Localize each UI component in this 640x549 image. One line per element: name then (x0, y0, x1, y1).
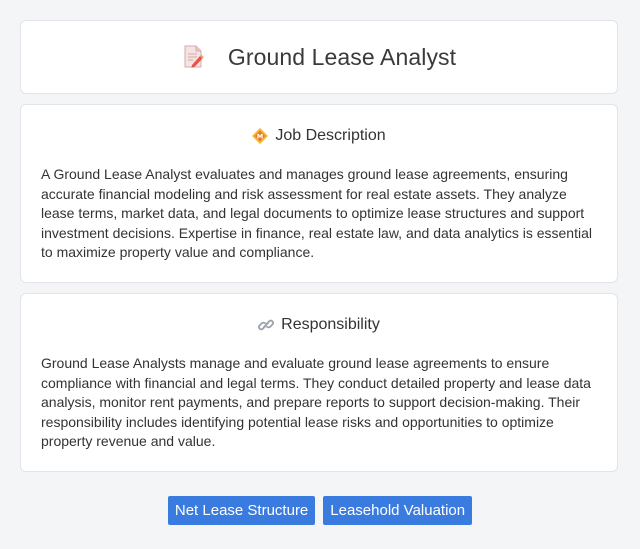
link-icon (258, 317, 275, 333)
responsibility-heading: Responsibility (21, 316, 617, 334)
responsibility-card: Responsibility Ground Lease Analysts man… (20, 293, 618, 472)
title-card: Ground Lease Analyst (20, 20, 618, 94)
responsibility-text: Ground Lease Analysts manage and evaluat… (41, 355, 591, 449)
tag-leasehold-valuation[interactable]: Leasehold Valuation (323, 496, 473, 525)
svg-text:M: M (257, 133, 263, 141)
job-description-text: A Ground Lease Analyst evaluates and man… (41, 166, 592, 260)
job-description-heading: M Job Description (21, 127, 617, 145)
page-title: Ground Lease Analyst (227, 43, 457, 70)
responsibility-title: Responsibility (281, 316, 380, 333)
document-pen-icon (182, 45, 204, 69)
job-description-card: M Job Description A Ground Lease Analyst… (20, 104, 618, 283)
job-description-title: Job Description (275, 127, 386, 144)
tag-list: Net Lease Structure Leasehold Valuation (0, 496, 640, 525)
tag-net-lease-structure[interactable]: Net Lease Structure (167, 496, 316, 525)
diamond-badge-icon: M (252, 127, 269, 145)
